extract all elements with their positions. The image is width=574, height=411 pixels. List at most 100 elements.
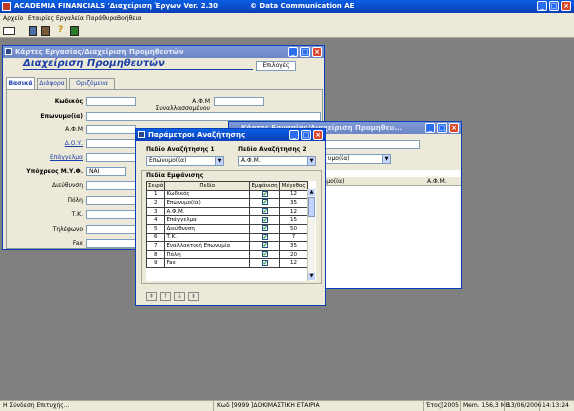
col-order[interactable]: Σειρά xyxy=(146,181,166,191)
status-bar: Η Σύνδεση Επιτυχής... Κωδ [9999 ]ΔΟΚΙΜΑΣ… xyxy=(0,400,574,411)
scroll-up-icon[interactable]: ▲ xyxy=(308,189,315,196)
help-icon[interactable]: ? xyxy=(58,25,63,35)
profession-label[interactable]: Επάγγελμα xyxy=(13,154,83,161)
table-row[interactable]: 8 Πόλη ✔ 20 xyxy=(146,249,308,260)
table-row[interactable]: 4 Επάγγελμα ✔ 15 xyxy=(146,215,308,225)
menu-file[interactable]: Αρχείο xyxy=(3,13,23,24)
row-field: Κωδικός xyxy=(164,189,251,200)
field2-select[interactable]: Α.Φ.Μ. ▼ xyxy=(238,156,316,166)
menu-bar: Αρχείο Εταιρίες Εργαλεία Παράθυρα Βοήθει… xyxy=(0,13,574,24)
menu-windows[interactable]: Παράθυρα xyxy=(86,13,117,24)
field1-select[interactable]: Επώνυμο(ία) ▼ xyxy=(146,156,224,166)
row-size[interactable]: 12 xyxy=(279,258,308,268)
doy-field[interactable] xyxy=(86,139,136,148)
close-icon[interactable]: × xyxy=(312,47,322,57)
close-icon[interactable]: × xyxy=(561,1,571,11)
zip-field[interactable] xyxy=(86,210,136,219)
row-field: Διεύθυνση xyxy=(164,223,251,234)
close-icon[interactable]: × xyxy=(313,130,323,140)
exit-icon[interactable] xyxy=(70,26,79,36)
visible-checkbox[interactable]: ✔ xyxy=(261,225,268,232)
scroll-down-icon[interactable]: ▼ xyxy=(308,273,315,280)
profession-field[interactable] xyxy=(86,153,136,162)
scroll-thumb[interactable] xyxy=(308,197,315,217)
table-row[interactable]: 2 Επώνυμο(ία) ✔ 35 xyxy=(146,198,308,208)
afm-field[interactable] xyxy=(86,125,136,134)
code-field[interactable] xyxy=(86,97,136,106)
display-fields-table: Σειρά Πεδίο Εμφάνιση Μέγεθος 1 Κωδικός ✔ 12… xyxy=(146,181,308,268)
menu-help[interactable]: Βοήθεια xyxy=(117,13,142,24)
table-scrollbar[interactable]: ▲ ▼ xyxy=(307,189,315,281)
app-icon xyxy=(2,2,11,11)
window-list-icon[interactable] xyxy=(3,27,15,35)
table-row[interactable]: 3 Α.Φ.Μ. ✔ 12 xyxy=(146,206,308,217)
table-row[interactable]: 7 Εναλλακτική Επωνυμία ✔ 35 xyxy=(146,241,308,251)
row-size[interactable]: 50 xyxy=(279,223,308,234)
move-down-icon[interactable]: ↓ xyxy=(174,292,185,301)
row-size[interactable]: 15 xyxy=(279,215,308,225)
visible-checkbox[interactable]: ✔ xyxy=(261,216,268,223)
row-order: 5 xyxy=(146,223,166,234)
fax-field[interactable] xyxy=(86,239,136,248)
col-field[interactable]: Πεδίο xyxy=(164,181,251,191)
menu-companies[interactable]: Εταιρίες xyxy=(28,13,54,24)
results-col-afm[interactable]: Α.Φ.Μ. xyxy=(427,178,447,185)
row-size[interactable]: 35 xyxy=(279,241,308,251)
search-input[interactable] xyxy=(325,140,420,149)
row-order: 4 xyxy=(146,215,166,225)
maximize-icon[interactable]: □ xyxy=(549,1,559,11)
status-time: 14:13:24 xyxy=(539,401,569,411)
bank-icon[interactable] xyxy=(41,26,50,36)
tab-basic[interactable]: Βασικά xyxy=(6,77,35,89)
chevron-down-icon: ▼ xyxy=(215,157,223,165)
visible-checkbox[interactable]: ✔ xyxy=(261,208,268,215)
afm-counterparty-field[interactable] xyxy=(214,97,264,106)
city-field[interactable] xyxy=(86,196,136,205)
minimize-icon[interactable]: _ xyxy=(425,123,435,133)
search-field-value: υμο(ία) xyxy=(328,155,350,162)
table-row[interactable]: 9 Fax ✔ 12 xyxy=(146,258,308,268)
row-size[interactable]: 20 xyxy=(279,249,308,260)
afm-label: Α.Φ.Μ xyxy=(65,126,83,133)
field2-value: Α.Φ.Μ. xyxy=(241,157,261,164)
doy-label[interactable]: Δ.Ο.Υ. xyxy=(13,140,83,147)
address-field[interactable] xyxy=(86,181,136,190)
close-icon[interactable]: × xyxy=(449,123,459,133)
move-up-icon[interactable]: ↑ xyxy=(160,292,171,301)
move-top-icon[interactable]: ⇞ xyxy=(146,292,157,301)
table-row[interactable]: 6 Τ.Κ. ✔ 7 xyxy=(146,232,308,243)
col-visible[interactable]: Εμφάνιση xyxy=(249,181,281,191)
options-button[interactable]: Επιλογές xyxy=(256,61,296,71)
row-order: 2 xyxy=(146,198,166,208)
move-bottom-icon[interactable]: ⇟ xyxy=(188,292,199,301)
phone-field[interactable] xyxy=(86,225,136,234)
field2-label: Πεδίο Αναζήτησης 2 xyxy=(238,146,307,153)
minimize-icon[interactable]: _ xyxy=(288,47,298,57)
search-field-select[interactable]: υμο(ία) ▼ xyxy=(325,154,391,164)
calculator-icon[interactable] xyxy=(29,26,37,36)
tab-custom-fields[interactable]: Οριζόμενα Πεδία xyxy=(69,78,115,97)
maximize-icon[interactable]: □ xyxy=(301,130,311,140)
row-size[interactable]: 35 xyxy=(279,198,308,208)
maximize-icon[interactable]: □ xyxy=(300,47,310,57)
menu-tools[interactable]: Εργαλεία xyxy=(56,13,84,24)
tab-misc[interactable]: Διάφορα xyxy=(37,78,67,89)
table-row[interactable]: 1 Κωδικός ✔ 12 xyxy=(146,189,308,200)
visible-checkbox[interactable]: ✔ xyxy=(261,199,268,206)
row-size[interactable]: 12 xyxy=(279,189,308,200)
visible-checkbox[interactable]: ✔ xyxy=(261,190,268,197)
row-size[interactable]: 7 xyxy=(279,232,308,243)
maximize-icon[interactable]: □ xyxy=(437,123,447,133)
table-row[interactable]: 5 Διεύθυνση ✔ 50 xyxy=(146,223,308,234)
visible-checkbox[interactable]: ✔ xyxy=(261,233,268,240)
visible-checkbox[interactable]: ✔ xyxy=(261,259,268,266)
visible-checkbox[interactable]: ✔ xyxy=(261,242,268,249)
name-field[interactable] xyxy=(86,112,321,121)
minimize-icon[interactable]: _ xyxy=(537,1,547,11)
row-size[interactable]: 12 xyxy=(279,206,308,217)
myf-field[interactable]: ΝΑΙ xyxy=(86,167,126,176)
minimize-icon[interactable]: _ xyxy=(289,130,299,140)
visible-checkbox[interactable]: ✔ xyxy=(261,251,268,258)
col-size[interactable]: Μέγεθος xyxy=(279,181,308,191)
row-order: 6 xyxy=(146,232,166,243)
